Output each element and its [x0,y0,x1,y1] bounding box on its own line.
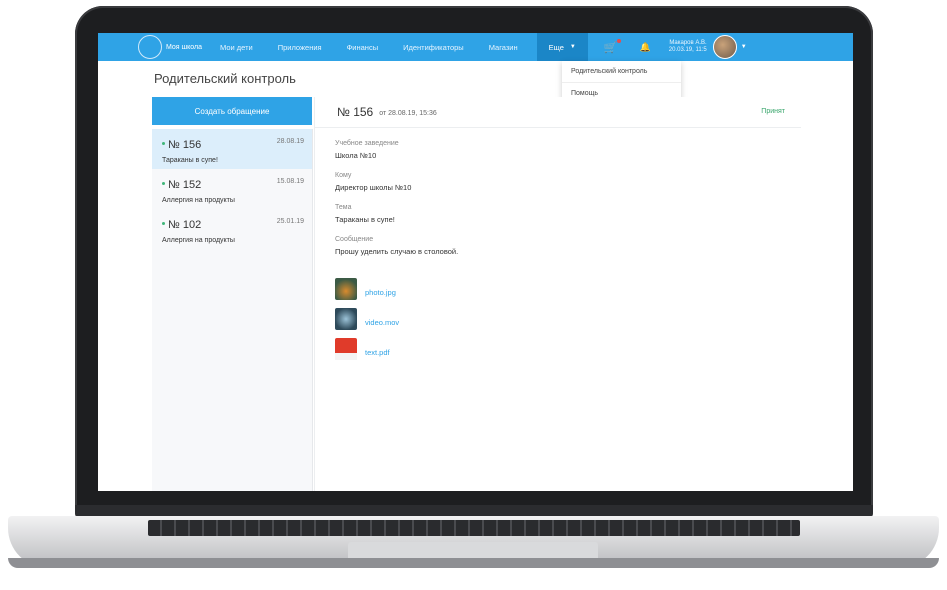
page-title: Родительский контроль [154,71,296,86]
status-dot-icon [162,142,165,146]
field-school: Учебное заведение Школа №10 [335,140,801,160]
top-navbar: Моя школа Мои дети Приложения Финансы Ид… [98,33,853,61]
field-label: Тема [335,204,352,211]
request-detail: № 156 от 28.08.19, 15:36 Принят Учебное … [314,97,801,491]
pdf-icon [335,338,357,360]
field-label: Кому [335,172,352,179]
request-number: № 102 [168,219,202,231]
cart-icon[interactable]: 🛒 [604,38,621,54]
keyboard [148,520,800,536]
detail-date: от 28.08.19, 15:36 [379,110,437,117]
field-value: Прошу уделить случаю в столовой. [335,247,459,256]
attachment-video[interactable]: video.mov [335,308,801,330]
list-item[interactable]: № 152 15.08.19 Аллергия на продукты [152,169,312,209]
field-recipient: Кому Директор школы №10 [335,172,801,192]
field-message: Сообщение Прошу уделить случаю в столово… [335,236,801,256]
nav-item-shop[interactable]: Магазин [489,43,518,52]
request-number: № 156 [168,139,202,151]
create-request-button[interactable]: Создать обращение [152,97,312,125]
field-value: Школа №10 [335,151,377,160]
field-label: Учебное заведение [335,140,399,147]
attachment-link[interactable]: text.pdf [365,348,390,357]
list-item[interactable]: № 156 28.08.19 Тараканы в супе! [152,129,312,169]
user-info[interactable]: Макаров А.В. 20.03.19, 11:5 [669,40,707,54]
detail-header: № 156 от 28.08.19, 15:36 Принят [315,97,801,128]
status-dot-icon [162,222,165,226]
status-badge: Принят [761,108,785,115]
request-number: № 152 [168,179,202,191]
photo-thumbnail-icon [335,278,357,300]
field-value: Директор школы №10 [335,183,412,192]
request-subject: Тараканы в супе! [162,157,218,164]
request-subject: Аллергия на продукты [162,237,235,244]
status-dot-icon [162,182,165,186]
video-thumbnail-icon [335,308,357,330]
request-subject: Аллергия на продукты [162,197,235,204]
request-date: 15.08.19 [276,178,304,185]
request-date: 25.01.19 [276,218,304,225]
field-label: Сообщение [335,236,374,243]
nav-items: Мои дети Приложения Финансы Идентификато… [220,43,543,52]
nav-more-label: Еще [548,42,564,52]
attachment-link[interactable]: video.mov [365,318,399,327]
user-name: Макаров А.В. [669,40,707,46]
user-menu-chevron-icon[interactable]: ▼ [741,44,747,50]
field-value: Тараканы в супе! [335,215,395,224]
laptop-base-lip [8,558,939,568]
nav-item-apps[interactable]: Приложения [278,43,322,52]
nav-more-button[interactable]: Еще ▼ [536,33,588,61]
detail-number: № 156 [337,105,374,119]
attachment-pdf[interactable]: text.pdf [335,338,801,360]
attachment-link[interactable]: photo.jpg [365,288,396,297]
logo-text[interactable]: Моя школа [166,44,202,51]
avatar[interactable] [712,35,737,59]
laptop-base [8,516,939,568]
request-list: № 156 28.08.19 Тараканы в супе! № 152 15… [152,129,313,491]
nav-item-finance[interactable]: Финансы [347,43,379,52]
attachment-photo[interactable]: photo.jpg [335,278,801,300]
field-topic: Тема Тараканы в супе! [335,204,801,224]
bell-icon[interactable]: 🔔 [640,42,651,53]
nav-item-identifiers[interactable]: Идентификаторы [403,43,464,52]
logo-icon[interactable] [138,35,162,59]
cart-badge [616,38,621,43]
nav-item-my-children[interactable]: Мои дети [220,43,253,52]
user-meta: 20.03.19, 11:5 [668,47,707,53]
laptop-screen: Моя школа Мои дети Приложения Финансы Ид… [98,33,853,491]
list-item[interactable]: № 102 25.01.19 Аллергия на продукты [152,209,312,249]
request-date: 28.08.19 [276,138,304,145]
menu-item-parental-control[interactable]: Родительский контроль [562,61,681,82]
chevron-down-icon: ▼ [569,44,576,50]
